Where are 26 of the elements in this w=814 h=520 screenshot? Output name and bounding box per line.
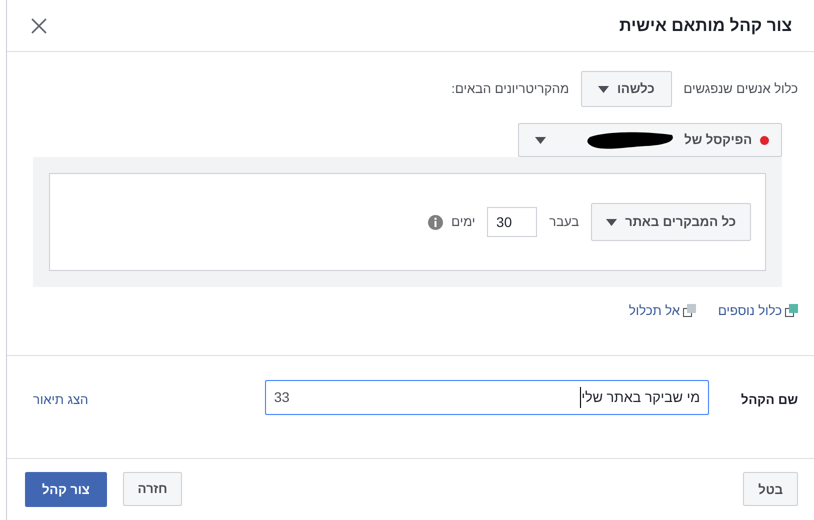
copy-icon: [785, 304, 798, 318]
dialog-title: צור קהל מותאם אישית: [619, 14, 792, 37]
include-link[interactable]: כלול נוספים: [718, 301, 798, 320]
close-button[interactable]: [29, 16, 49, 36]
back-button[interactable]: חזרה: [122, 472, 182, 506]
rule-prefix: כלול אנשים שנפגשים: [684, 80, 798, 98]
pixel-dropdown[interactable]: הפיקסל של: [518, 123, 782, 157]
exclude-link[interactable]: אל תכלול: [628, 301, 696, 320]
copy-icon: [682, 304, 696, 318]
close-icon: [31, 18, 47, 34]
character-counter: 33: [274, 388, 290, 406]
caret-icon: [535, 136, 546, 144]
days-field[interactable]: 30: [487, 207, 538, 237]
in-last-label: בעבר: [549, 213, 580, 232]
create-audience-button[interactable]: צור קהל: [25, 472, 107, 507]
days-unit: ימים: [451, 213, 476, 232]
match-dropdown[interactable]: כלשהו: [581, 71, 672, 107]
show-description-link[interactable]: הצג תיאור: [33, 390, 88, 409]
audience-name-label: שם הקהל: [740, 390, 798, 408]
info-icon: [428, 214, 444, 230]
caret-icon: [606, 218, 618, 226]
rule-suffix: מהקריטריונים הבאים:: [451, 80, 570, 98]
event-dropdown[interactable]: כל המבקרים באתר: [591, 203, 751, 241]
cancel-button[interactable]: בטל: [743, 472, 798, 506]
status-dot-icon: [760, 136, 769, 144]
caret-icon: [598, 86, 610, 92]
